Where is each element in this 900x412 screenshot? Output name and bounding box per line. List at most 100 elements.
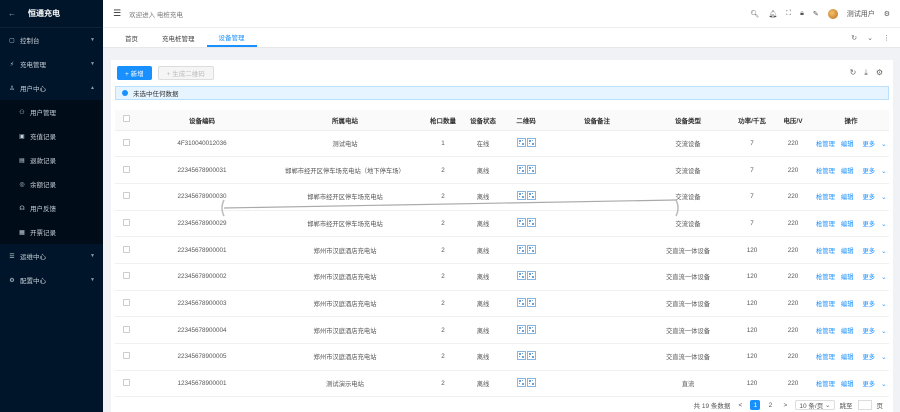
- gear-icon[interactable]: ⚙: [884, 10, 890, 18]
- settings-icon[interactable]: ⚙: [876, 68, 883, 78]
- row-checkbox[interactable]: [115, 236, 137, 264]
- edit-link[interactable]: 编辑: [841, 354, 854, 361]
- more-dropdown[interactable]: 更多 ⌄: [859, 381, 889, 388]
- row-checkbox[interactable]: [115, 263, 137, 291]
- qrcode-cell[interactable]: [503, 343, 549, 371]
- gun-management-link[interactable]: 枪管理: [816, 301, 835, 308]
- edit-link[interactable]: 编辑: [841, 381, 854, 388]
- edit-link[interactable]: 编辑: [841, 274, 854, 281]
- edit-link[interactable]: 编辑: [841, 301, 854, 308]
- qrcode-icon[interactable]: [526, 298, 536, 309]
- qrcode-icon[interactable]: [526, 164, 536, 176]
- edit-link[interactable]: 编辑: [841, 194, 854, 201]
- sidebar-item-user-center[interactable]: ♙ 用户中心 ▲: [0, 76, 103, 100]
- sidebar-item-ops[interactable]: ☰ 运维中心 ▼: [0, 244, 103, 268]
- page-size-select[interactable]: 10 条/页 ⌄: [795, 400, 835, 410]
- sidebar-item-feedback[interactable]: ☊ 用户反馈: [0, 196, 103, 220]
- qrcode-icon[interactable]: [526, 244, 536, 256]
- qrcode-cell[interactable]: [503, 316, 549, 344]
- username[interactable]: 测试用户: [847, 9, 875, 19]
- sidebar-item-refund[interactable]: ▤ 退款记录: [0, 148, 103, 172]
- sidebar-item-users[interactable]: ⚇ 用户管理: [0, 100, 103, 124]
- add-button[interactable]: + 新增: [117, 66, 152, 80]
- row-checkbox[interactable]: [115, 343, 137, 371]
- more-dropdown[interactable]: 更多 ⌄: [859, 301, 889, 308]
- gun-management-link[interactable]: 枪管理: [816, 354, 835, 361]
- edit-link[interactable]: 编辑: [841, 221, 854, 228]
- theme-icon[interactable]: ✎: [813, 10, 819, 18]
- gun-management-link[interactable]: 枪管理: [816, 221, 835, 228]
- edit-link[interactable]: 编辑: [841, 141, 854, 148]
- download-icon[interactable]: ⤓: [864, 68, 868, 78]
- more-dropdown[interactable]: 更多 ⌄: [859, 354, 889, 361]
- qrcode-icon[interactable]: [516, 137, 526, 149]
- gun-management-link[interactable]: 枪管理: [816, 141, 835, 148]
- qrcode-cell[interactable]: [503, 156, 549, 184]
- more-dropdown[interactable]: 更多 ⌄: [859, 274, 889, 281]
- more-dropdown[interactable]: 更多 ⌄: [859, 194, 889, 201]
- edit-link[interactable]: 编辑: [841, 328, 854, 335]
- qrcode-icon[interactable]: [526, 218, 536, 229]
- tab-device-management[interactable]: 设备管理: [206, 29, 257, 47]
- row-checkbox[interactable]: [115, 156, 137, 184]
- qrcode-cell[interactable]: [503, 290, 549, 318]
- gun-management-link[interactable]: 枪管理: [816, 248, 835, 255]
- row-checkbox[interactable]: [115, 370, 137, 398]
- next-page-button[interactable]: >: [780, 400, 790, 410]
- app-logo[interactable]: ← 恒通充电: [0, 0, 103, 28]
- qrcode-icon[interactable]: [516, 324, 526, 336]
- qrcode-cell[interactable]: [503, 130, 549, 158]
- page-2-button[interactable]: 2: [765, 400, 775, 410]
- qrcode-icon[interactable]: [526, 137, 536, 149]
- jump-page-input[interactable]: [857, 400, 872, 410]
- more-dropdown[interactable]: 更多 ⌄: [859, 328, 889, 335]
- qrcode-icon[interactable]: [516, 351, 526, 362]
- sidebar-item-config[interactable]: ⚙ 配置中心 ▼: [0, 268, 103, 292]
- search-icon[interactable]: 🔍︎: [750, 10, 759, 18]
- edit-link[interactable]: 编辑: [841, 168, 854, 175]
- lock-icon[interactable]: 🔒︎: [800, 10, 804, 18]
- page-1-button[interactable]: 1: [750, 400, 761, 410]
- row-checkbox[interactable]: [115, 316, 137, 344]
- qrcode-icon[interactable]: [516, 244, 526, 256]
- more-dropdown[interactable]: 更多 ⌄: [859, 221, 889, 228]
- row-checkbox[interactable]: [115, 210, 137, 238]
- qrcode-cell[interactable]: [503, 370, 549, 398]
- gun-management-link[interactable]: 枪管理: [816, 381, 835, 388]
- avatar[interactable]: [827, 8, 838, 19]
- row-checkbox[interactable]: [115, 290, 137, 318]
- qrcode-icon[interactable]: [526, 324, 536, 336]
- qrcode-icon[interactable]: [516, 218, 526, 229]
- qrcode-icon[interactable]: [526, 378, 536, 389]
- qrcode-icon[interactable]: [516, 164, 526, 176]
- tab-charger-management[interactable]: 充电桩管理: [150, 29, 207, 47]
- select-all-checkbox[interactable]: [115, 110, 137, 131]
- qrcode-cell[interactable]: [503, 236, 549, 264]
- edit-link[interactable]: 编辑: [841, 248, 854, 255]
- bell-icon[interactable]: 🔔︎: [768, 10, 777, 18]
- menu-toggle-icon[interactable]: ☰: [113, 8, 121, 19]
- collapse-arrow-icon[interactable]: ←: [8, 9, 16, 18]
- qrcode-icon[interactable]: [516, 298, 526, 309]
- sidebar-item-dashboard[interactable]: ▢ 控制台 ▼: [0, 28, 103, 52]
- qrcode-icon[interactable]: [516, 378, 526, 389]
- qrcode-icon[interactable]: [526, 271, 536, 282]
- gun-management-link[interactable]: 枪管理: [816, 168, 835, 175]
- gun-management-link[interactable]: 枪管理: [816, 328, 835, 335]
- sidebar-item-invoice[interactable]: ▦ 开票记录: [0, 220, 103, 244]
- refresh-icon[interactable]: ↻: [851, 34, 857, 42]
- qrcode-cell[interactable]: [503, 263, 549, 291]
- row-checkbox[interactable]: [115, 183, 137, 211]
- sidebar-item-balance[interactable]: ◎ 余额记录: [0, 172, 103, 196]
- more-dropdown[interactable]: 更多 ⌄: [859, 168, 889, 175]
- chevron-down-icon[interactable]: ⌄: [867, 34, 873, 42]
- sidebar-item-recharge[interactable]: ▣ 充值记录: [0, 124, 103, 148]
- row-checkbox[interactable]: [115, 130, 137, 158]
- qrcode-icon[interactable]: [526, 351, 536, 362]
- tab-home[interactable]: 首页: [113, 29, 150, 47]
- more-dropdown[interactable]: 更多 ⌄: [859, 141, 889, 148]
- generate-qr-button[interactable]: + 生成二维码: [157, 66, 214, 80]
- more-icon[interactable]: ⋮: [883, 34, 890, 42]
- sidebar-item-charge[interactable]: ⚡ 充电管理 ▼: [0, 52, 103, 76]
- refresh-icon[interactable]: ↻: [850, 68, 857, 78]
